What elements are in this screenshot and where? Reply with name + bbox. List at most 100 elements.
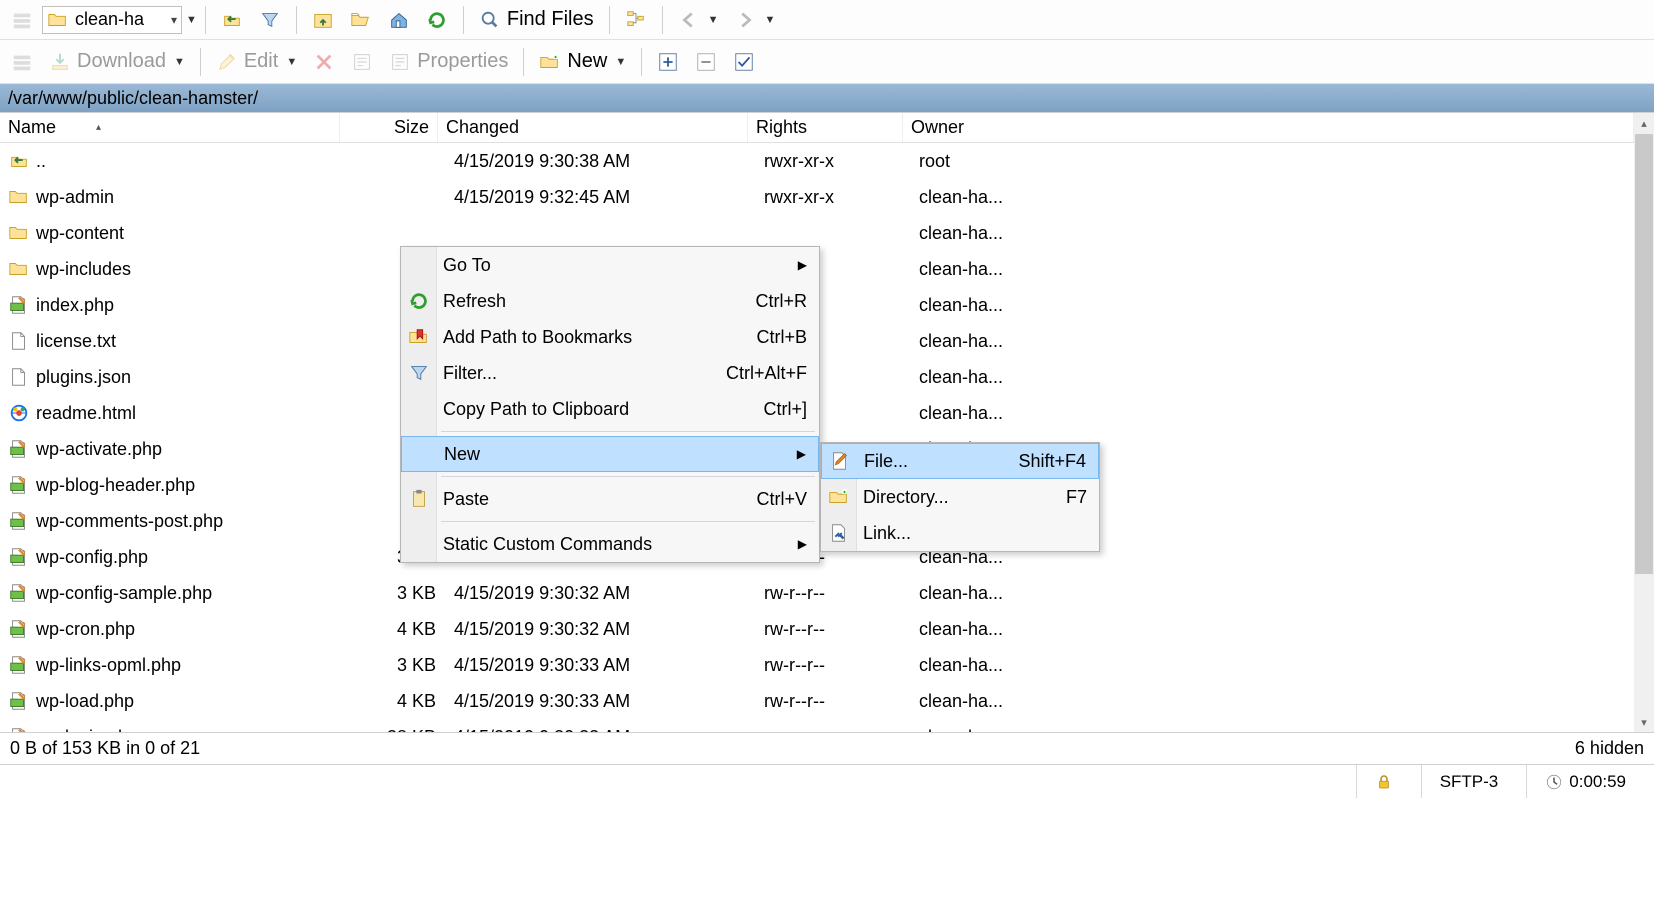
find-files-button[interactable]: Find Files xyxy=(472,4,601,35)
file-name: wp-login.php xyxy=(36,727,138,733)
file-rights: rw-r--r-- xyxy=(756,655,911,676)
file-rights: rw-r--r-- xyxy=(756,727,911,733)
scroll-down-icon[interactable]: ▾ xyxy=(1634,712,1654,732)
ctx-bookmark[interactable]: Add Path to BookmarksCtrl+B xyxy=(401,319,819,355)
filter-button[interactable] xyxy=(252,5,288,35)
file-name: wp-load.php xyxy=(36,691,134,712)
new-label: New xyxy=(567,50,607,73)
sync-browse-button[interactable] xyxy=(618,5,654,35)
file-row[interactable]: wp-admin 4/15/2019 9:32:45 AM rwxr-xr-x … xyxy=(0,179,1654,215)
file-owner: clean-ha... xyxy=(911,367,1634,388)
file-rights: rw-r--r-- xyxy=(756,619,911,640)
scrollbar[interactable]: ▴ ▾ xyxy=(1634,113,1654,732)
session-time: 0:00:59 xyxy=(1526,765,1644,798)
dropdown-icon[interactable]: ▾ xyxy=(171,13,177,27)
file-row[interactable]: wp-content clean-ha... xyxy=(0,215,1654,251)
ctx-goto[interactable]: Go To▶ xyxy=(401,247,819,283)
properties-button[interactable]: Properties xyxy=(382,46,515,77)
properties-label: Properties xyxy=(417,50,508,73)
file-name: .. xyxy=(36,151,46,172)
home-button[interactable] xyxy=(381,5,417,35)
file-list[interactable]: .. 4/15/2019 9:30:38 AM rwxr-xr-x root w… xyxy=(0,143,1654,732)
file-row[interactable]: wp-load.php 4 KB 4/15/2019 9:30:33 AM rw… xyxy=(0,683,1654,719)
file-name: wp-config.php xyxy=(36,547,148,568)
html-icon xyxy=(8,402,30,424)
ctx-new-directory[interactable]: Directory...F7 xyxy=(821,479,1099,515)
delete-button[interactable] xyxy=(306,47,342,77)
ctx-filter[interactable]: Filter...Ctrl+Alt+F xyxy=(401,355,819,391)
file-row[interactable]: plugins.json clean-ha... xyxy=(0,359,1654,395)
header-owner[interactable]: Owner xyxy=(903,113,1634,142)
file-row[interactable]: .. 4/15/2019 9:30:38 AM rwxr-xr-x root xyxy=(0,143,1654,179)
txt-icon xyxy=(8,366,30,388)
ctx-copy-path[interactable]: Copy Path to ClipboardCtrl+] xyxy=(401,391,819,427)
file-owner: clean-ha... xyxy=(911,223,1634,244)
file-row[interactable]: wp-login.php 38 KB 4/15/2019 9:30:33 AM … xyxy=(0,719,1654,732)
file-rights: rwxr-xr-x xyxy=(756,151,911,172)
php-icon xyxy=(8,654,30,676)
file-owner: clean-ha... xyxy=(911,331,1634,352)
ctx-refresh[interactable]: RefreshCtrl+R xyxy=(401,283,819,319)
download-button[interactable]: Download ▼ xyxy=(42,46,192,77)
file-owner: clean-ha... xyxy=(911,655,1634,676)
file-row[interactable]: readme.html 8 clean-ha... xyxy=(0,395,1654,431)
file-changed: 4/15/2019 9:30:38 AM xyxy=(446,151,756,172)
php-icon xyxy=(8,294,30,316)
scroll-up-icon[interactable]: ▴ xyxy=(1634,113,1654,133)
header-changed[interactable]: Changed xyxy=(438,113,748,142)
address-text: clean-ha xyxy=(75,9,144,30)
address-combo[interactable]: clean-ha ▾ xyxy=(42,6,182,34)
ctx-paste[interactable]: PasteCtrl+V xyxy=(401,481,819,517)
ctx-new[interactable]: New▶ xyxy=(401,436,819,472)
file-row[interactable]: wp-cron.php 4 KB 4/15/2019 9:30:32 AM rw… xyxy=(0,611,1654,647)
file-name: plugins.json xyxy=(36,367,131,388)
open-dir-button[interactable] xyxy=(343,5,379,35)
path-bar[interactable]: /var/www/public/clean-hamster/ xyxy=(0,84,1654,112)
nav-back-button[interactable]: ▼ xyxy=(671,5,726,35)
parent-dir-button[interactable] xyxy=(214,5,250,35)
file-size: 38 KB xyxy=(348,727,446,733)
new-button[interactable]: New ▼ xyxy=(532,46,633,77)
edit-button[interactable]: Edit ▼ xyxy=(209,46,304,77)
nav-forward-button[interactable]: ▼ xyxy=(727,5,782,35)
file-owner: clean-ha... xyxy=(911,295,1634,316)
file-row[interactable]: license.txt 20 clean-ha... xyxy=(0,323,1654,359)
select-minus-button[interactable] xyxy=(688,47,724,77)
root-button[interactable] xyxy=(305,5,341,35)
file-size: 4 KB xyxy=(348,619,446,640)
header-name[interactable]: Name▴ xyxy=(0,113,340,142)
file-rights: rw-r--r-- xyxy=(756,583,911,604)
link-icon xyxy=(827,521,851,545)
hidden-count: 6 hidden xyxy=(1575,738,1644,759)
ctx-custom-commands[interactable]: Static Custom Commands▶ xyxy=(401,526,819,562)
refresh-button[interactable] xyxy=(419,5,455,35)
file-changed: 4/15/2019 9:30:32 AM xyxy=(446,619,756,640)
rename-button[interactable] xyxy=(344,47,380,77)
header-rights[interactable]: Rights xyxy=(748,113,903,142)
file-row[interactable]: wp-includes clean-ha... xyxy=(0,251,1654,287)
file-row[interactable]: index.php clean-ha... xyxy=(0,287,1654,323)
file-row[interactable]: wp-links-opml.php 3 KB 4/15/2019 9:30:33… xyxy=(0,647,1654,683)
file-name: index.php xyxy=(36,295,114,316)
scroll-thumb[interactable] xyxy=(1635,134,1653,574)
ctx-new-file[interactable]: File...Shift+F4 xyxy=(821,443,1099,479)
ctx-new-link[interactable]: Link... xyxy=(821,515,1099,551)
chevron-right-icon: ▶ xyxy=(798,537,807,551)
file-rights: rw-r--r-- xyxy=(756,691,911,712)
file-name: wp-activate.php xyxy=(36,439,162,460)
folder-icon xyxy=(8,222,30,244)
file-row[interactable]: wp-config-sample.php 3 KB 4/15/2019 9:30… xyxy=(0,575,1654,611)
protocol-indicator: SFTP-3 xyxy=(1421,765,1517,798)
file-changed: 4/15/2019 9:32:45 AM xyxy=(446,187,756,208)
file-owner: root xyxy=(911,151,1634,172)
select-check-button[interactable] xyxy=(726,47,762,77)
encryption-indicator[interactable] xyxy=(1356,765,1411,798)
header-size[interactable]: Size xyxy=(340,113,438,142)
file-owner: clean-ha... xyxy=(911,259,1634,280)
file-size: 4 KB xyxy=(348,691,446,712)
status-bar-selection: 0 B of 153 KB in 0 of 21 6 hidden xyxy=(0,732,1654,764)
toolbar-main: clean-ha ▾ ▼ Find Files ▼ ▼ xyxy=(0,0,1654,40)
select-plus-button[interactable] xyxy=(650,47,686,77)
address-history-button[interactable]: ▼ xyxy=(186,14,197,26)
file-owner: clean-ha... xyxy=(911,727,1634,733)
